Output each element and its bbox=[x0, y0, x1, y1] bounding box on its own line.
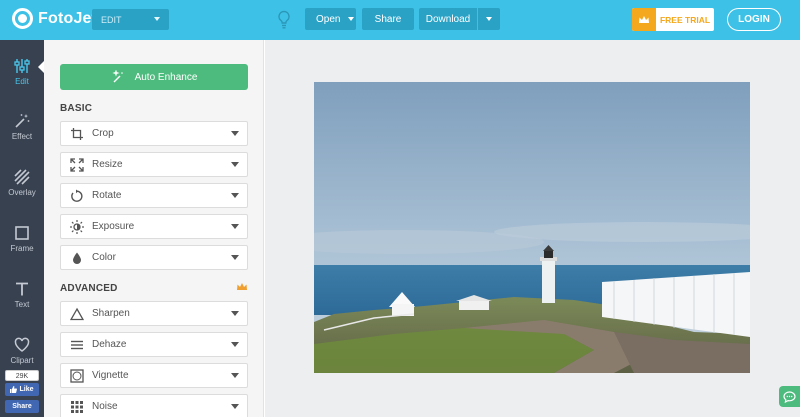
tool-label: Vignette bbox=[92, 370, 129, 381]
chevron-down-icon bbox=[231, 224, 239, 229]
crown-icon bbox=[632, 8, 656, 31]
top-bar: FotoJet EDIT Open Share Download FREE TR… bbox=[0, 0, 800, 40]
thumbs-up-icon bbox=[10, 386, 18, 393]
nav-item-text[interactable]: Text bbox=[0, 281, 44, 333]
nav-item-frame[interactable]: Frame bbox=[0, 225, 44, 277]
login-button[interactable]: LOGIN bbox=[727, 8, 781, 31]
magic-wand-icon bbox=[15, 114, 30, 128]
crop-icon bbox=[71, 127, 83, 140]
mode-select-value: EDIT bbox=[101, 14, 122, 25]
logo-mark-icon bbox=[12, 8, 33, 29]
chat-button[interactable] bbox=[779, 386, 800, 407]
auto-enhance-button[interactable]: Auto Enhance bbox=[60, 64, 248, 90]
advanced-section-title: ADVANCED bbox=[60, 283, 118, 294]
triangle-icon bbox=[70, 307, 84, 320]
chevron-down-icon bbox=[486, 17, 492, 21]
tool-label: Noise bbox=[92, 401, 118, 412]
edit-panel: Auto Enhance BASIC Crop Resize Rotate Ex… bbox=[44, 40, 264, 417]
chevron-down-icon bbox=[348, 17, 355, 21]
tool-label: Sharpen bbox=[92, 308, 130, 319]
chevron-down-icon bbox=[231, 373, 239, 378]
chevron-down-icon bbox=[231, 342, 239, 347]
tool-label: Rotate bbox=[92, 190, 122, 201]
tool-vignette[interactable]: Vignette bbox=[60, 363, 248, 388]
facebook-widget: 29K Like Share bbox=[5, 370, 39, 413]
chevron-down-icon bbox=[231, 162, 239, 167]
nav-item-overlay[interactable]: Overlay bbox=[0, 169, 44, 221]
share-button[interactable]: Share bbox=[362, 8, 414, 30]
open-button-label: Open bbox=[316, 13, 341, 25]
tool-noise[interactable]: Noise bbox=[60, 394, 248, 417]
free-trial-label: FREE TRIAL bbox=[659, 14, 711, 25]
heart-icon bbox=[14, 337, 30, 352]
exposure-icon bbox=[70, 219, 84, 234]
droplet-icon bbox=[73, 252, 81, 264]
noise-grid-icon bbox=[71, 400, 83, 413]
download-button-label: Download bbox=[425, 13, 471, 25]
facebook-like-button[interactable]: Like bbox=[5, 383, 39, 396]
facebook-share-label: Share bbox=[12, 403, 32, 410]
tool-exposure[interactable]: Exposure bbox=[60, 214, 248, 239]
tool-resize[interactable]: Resize bbox=[60, 152, 248, 177]
facebook-share-button[interactable]: Share bbox=[5, 400, 39, 413]
chevron-down-icon bbox=[231, 131, 239, 136]
tool-dehaze[interactable]: Dehaze bbox=[60, 332, 248, 357]
chevron-down-icon bbox=[231, 404, 239, 409]
facebook-like-label: Like bbox=[19, 386, 34, 393]
nav-item-label: Edit bbox=[15, 77, 29, 86]
free-trial-button[interactable]: FREE TRIAL bbox=[632, 8, 714, 31]
tool-crop[interactable]: Crop bbox=[60, 121, 248, 146]
basic-section-title: BASIC bbox=[60, 103, 93, 114]
mode-select[interactable]: EDIT bbox=[92, 9, 169, 30]
resize-icon bbox=[70, 157, 84, 172]
chevron-down-icon bbox=[231, 311, 239, 316]
chevron-down-icon bbox=[231, 255, 239, 260]
tool-label: Crop bbox=[92, 128, 114, 139]
tool-rotate[interactable]: Rotate bbox=[60, 183, 248, 208]
logo-text: FotoJet bbox=[38, 9, 98, 27]
rotate-icon bbox=[71, 189, 83, 202]
photo-lighthouse[interactable] bbox=[314, 82, 750, 373]
left-nav: Edit Effect Overlay Frame Text Clipart 2… bbox=[0, 40, 45, 417]
stripes-icon bbox=[14, 169, 30, 185]
dehaze-icon bbox=[71, 340, 83, 349]
nav-item-label: Text bbox=[14, 300, 30, 309]
sliders-icon bbox=[14, 59, 30, 73]
nav-item-label: Overlay bbox=[8, 188, 36, 197]
auto-enhance-label: Auto Enhance bbox=[134, 71, 198, 83]
download-button[interactable]: Download bbox=[419, 8, 477, 30]
tool-label: Dehaze bbox=[92, 339, 127, 350]
nav-item-effect[interactable]: Effect bbox=[0, 113, 44, 165]
chevron-down-icon bbox=[231, 193, 239, 198]
login-button-label: LOGIN bbox=[738, 14, 770, 25]
canvas-area bbox=[265, 40, 800, 417]
nav-item-label: Clipart bbox=[10, 356, 34, 365]
frame-icon bbox=[15, 226, 29, 240]
nav-item-label: Frame bbox=[10, 244, 34, 253]
chat-icon bbox=[783, 390, 796, 403]
chevron-down-icon bbox=[154, 17, 160, 21]
text-icon bbox=[16, 282, 28, 296]
nav-item-label: Effect bbox=[11, 132, 33, 141]
tool-label: Exposure bbox=[92, 221, 135, 232]
like-count: 29K bbox=[5, 370, 39, 381]
top-bar-left: FotoJet EDIT bbox=[0, 0, 264, 40]
tool-color[interactable]: Color bbox=[60, 245, 248, 270]
tool-label: Resize bbox=[92, 159, 123, 170]
magic-wand-icon bbox=[111, 70, 123, 83]
open-button[interactable]: Open bbox=[305, 8, 356, 30]
tool-label: Color bbox=[92, 252, 116, 263]
lightbulb-icon[interactable] bbox=[277, 10, 291, 30]
tool-sharpen[interactable]: Sharpen bbox=[60, 301, 248, 326]
vignette-icon bbox=[70, 368, 84, 383]
download-options-button[interactable] bbox=[478, 8, 500, 30]
crown-icon bbox=[237, 283, 247, 290]
logo[interactable]: FotoJet bbox=[12, 8, 97, 29]
share-button-label: Share bbox=[374, 13, 402, 25]
